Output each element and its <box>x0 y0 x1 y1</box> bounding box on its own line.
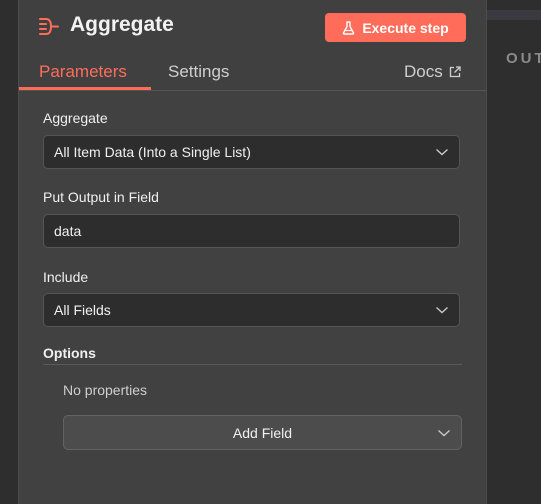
put-output-value: data <box>54 223 82 239</box>
chevron-down-icon <box>438 429 450 437</box>
external-link-icon <box>449 66 461 78</box>
parameters-form: Aggregate All Item Data (Into a Single L… <box>19 91 486 504</box>
aggregate-select[interactable]: All Item Data (Into a Single List) <box>43 135 460 169</box>
node-title: Aggregate <box>70 13 174 36</box>
tab-parameters[interactable]: Parameters <box>39 62 127 82</box>
include-value: All Fields <box>54 302 111 318</box>
flask-icon <box>343 20 355 35</box>
panel-header: Aggregate Execute step Parameters Settin… <box>19 0 486 91</box>
add-field-label: Add Field <box>232 424 293 441</box>
no-properties-text: No properties <box>63 382 148 398</box>
docs-label: Docs <box>404 62 443 81</box>
aggregate-value: All Item Data (Into a Single List) <box>54 144 251 160</box>
execute-step-button[interactable]: Execute step <box>325 13 466 42</box>
put-output-field[interactable]: data <box>43 214 460 248</box>
options-label: Options <box>43 345 96 361</box>
chevron-down-icon <box>436 148 448 156</box>
options-divider <box>43 364 462 365</box>
app-stage: OUT Aggregate <box>0 0 541 504</box>
chevron-down-icon <box>436 306 448 314</box>
active-tab-indicator <box>19 87 151 90</box>
include-select[interactable]: All Fields <box>43 293 460 327</box>
execute-step-label: Execute step <box>362 19 449 36</box>
add-field-button[interactable]: Add Field <box>63 415 462 450</box>
include-label: Include <box>43 269 89 285</box>
node-parameters-panel: Aggregate Execute step Parameters Settin… <box>18 0 487 504</box>
put-output-label: Put Output in Field <box>43 189 159 205</box>
output-panel-label: OUT <box>506 50 541 67</box>
tab-settings[interactable]: Settings <box>168 62 229 82</box>
aggregate-label: Aggregate <box>43 110 108 126</box>
tab-docs[interactable]: Docs <box>404 62 461 82</box>
aggregate-icon <box>38 16 60 36</box>
